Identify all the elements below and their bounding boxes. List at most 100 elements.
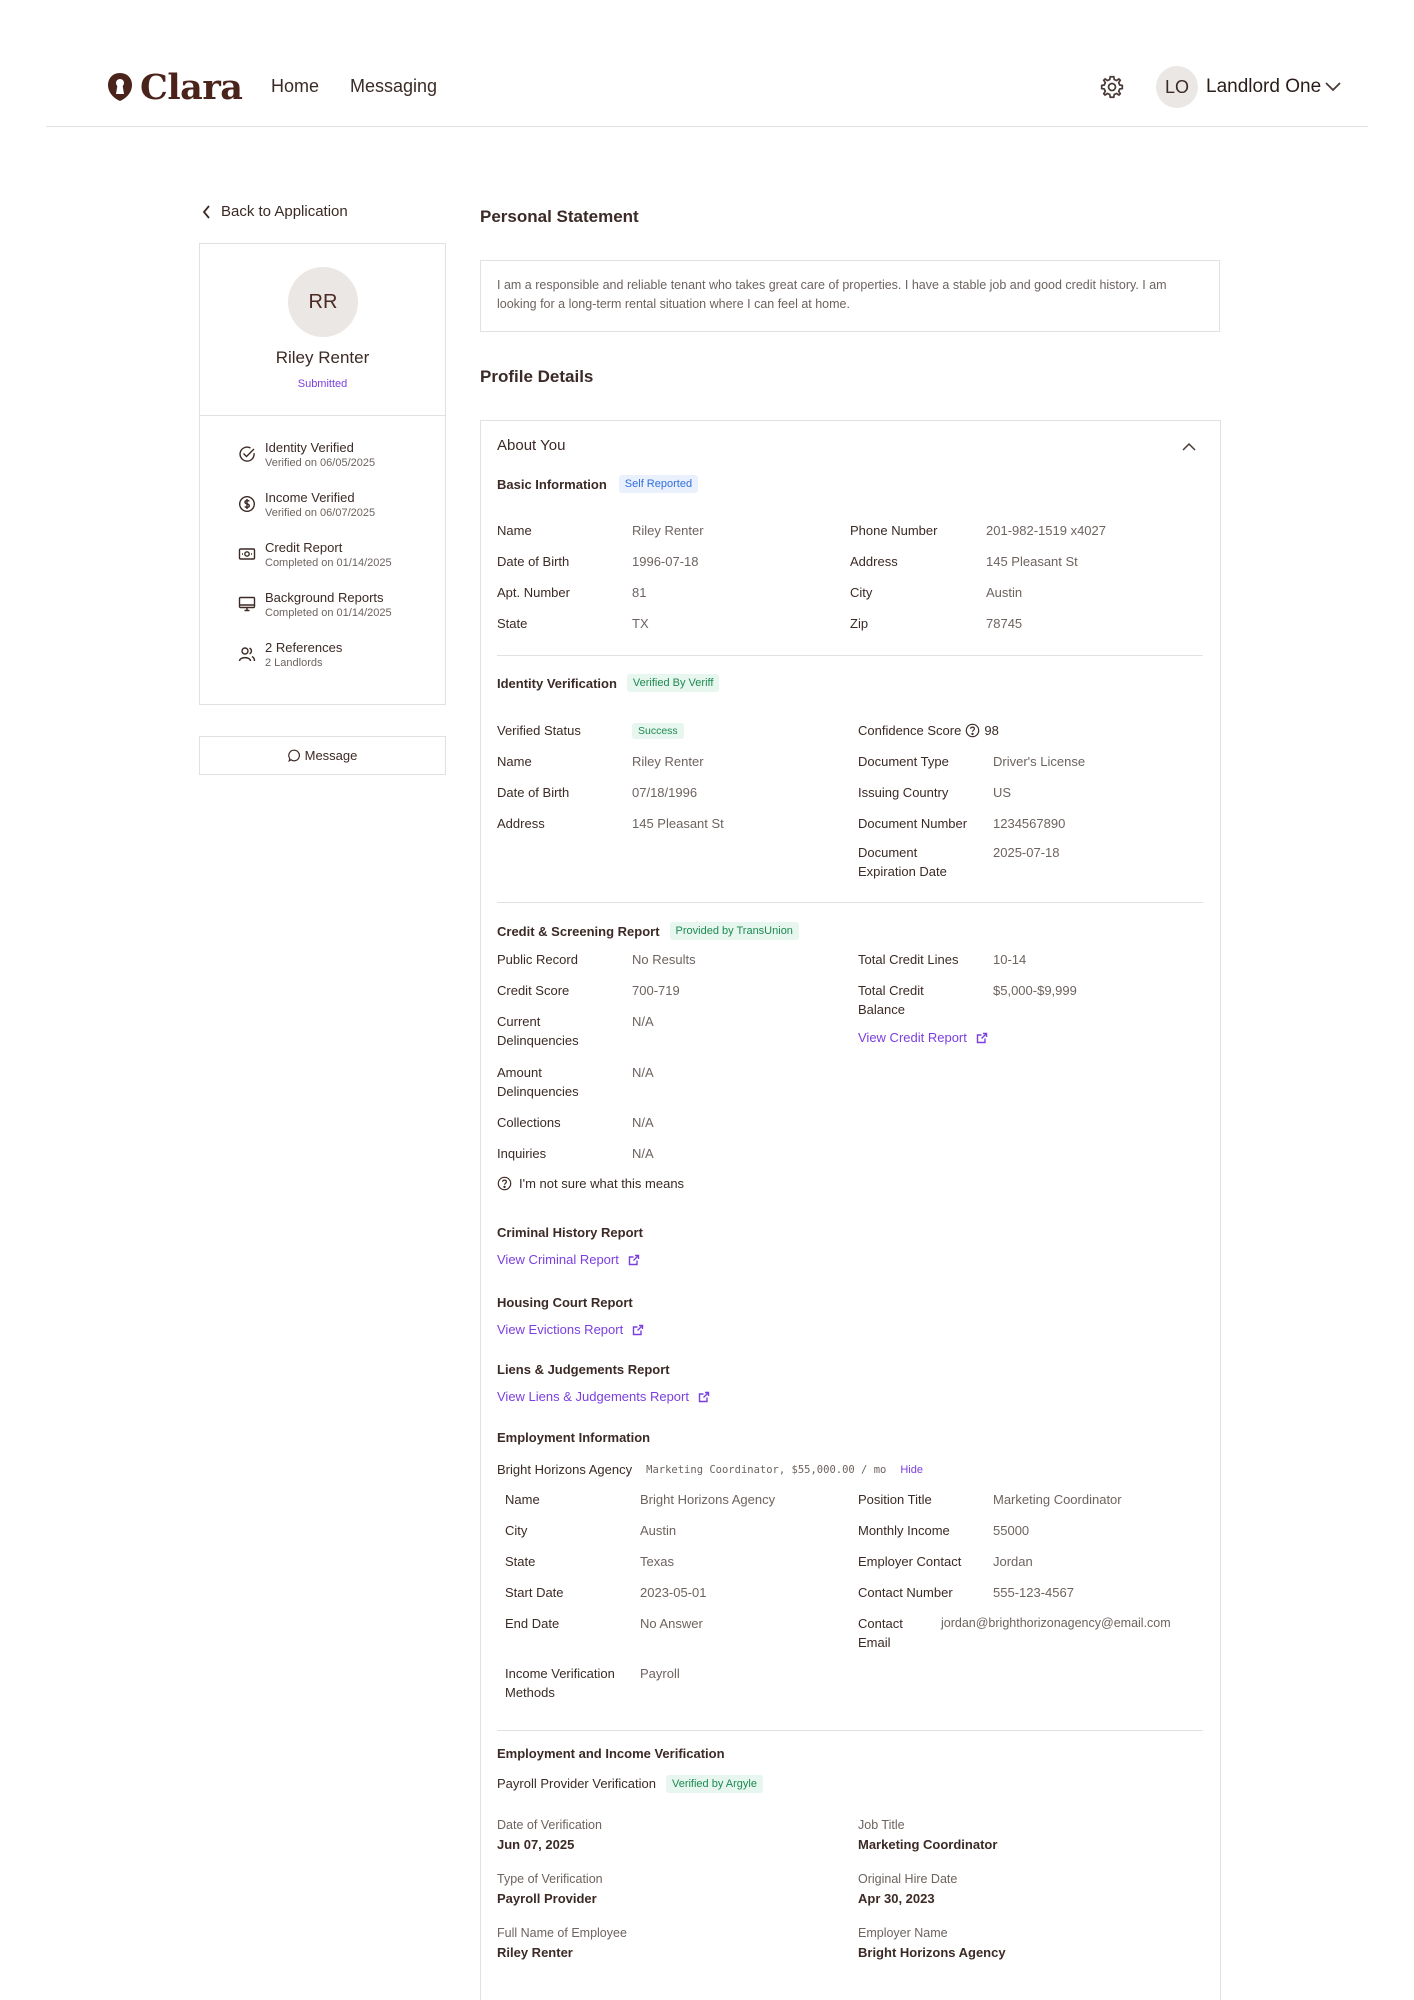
monitor-icon: [238, 596, 256, 612]
field-value: 1234567890: [993, 816, 1066, 831]
profile-details-title: Profile Details: [480, 367, 594, 386]
field-label: Amount Delinquencies: [497, 1065, 579, 1099]
field-value: $5,000-$9,999: [993, 983, 1077, 998]
employer-summary: Marketing Coordinator, $55,000.00 / mo: [646, 1463, 887, 1476]
view-criminal-report-link[interactable]: View Criminal Report: [497, 1252, 640, 1267]
criminal-history-title: Criminal History Report: [497, 1225, 643, 1240]
item-subtitle: 2 Landlords: [265, 657, 323, 669]
link-label: View Evictions Report: [497, 1322, 624, 1337]
view-evictions-report-link[interactable]: View Evictions Report: [497, 1322, 644, 1337]
field-label: Address: [850, 554, 898, 569]
identity-verified-item[interactable]: Identity Verified Verified on 06/05/2025: [238, 440, 375, 471]
user-name[interactable]: Landlord One: [1206, 76, 1321, 98]
logo-text: Clara: [140, 66, 243, 108]
success-badge: Success: [632, 723, 684, 739]
field-value: Payroll: [640, 1666, 680, 1681]
field-label: Date of Birth: [497, 785, 570, 800]
liens-judgements-title: Liens & Judgements Report: [497, 1362, 670, 1377]
field-value: 2025-07-18: [993, 845, 1060, 860]
back-label: Back to Application: [221, 203, 348, 220]
field-value: No Results: [632, 952, 696, 967]
field-value: Bright Horizons Agency: [858, 1945, 1006, 1960]
field-value: 700-719: [632, 983, 680, 998]
income-verified-item[interactable]: Income Verified Verified on 06/07/2025: [238, 490, 375, 521]
field-value: Jun 07, 2025: [497, 1837, 575, 1852]
field-value: 201-982-1519 x4027: [986, 523, 1106, 538]
settings-gear-icon[interactable]: [1099, 74, 1125, 100]
field-label: Type of Verification: [497, 1872, 603, 1886]
clara-logo[interactable]: Clara: [106, 66, 243, 108]
field-label: Job Title: [858, 1818, 905, 1832]
applicant-name: Riley Renter: [275, 348, 370, 367]
users-icon: [238, 647, 256, 662]
veriff-badge: Verified By Veriff: [626, 674, 720, 692]
field-value: Apr 30, 2023: [858, 1891, 935, 1906]
field-label: State: [497, 616, 528, 631]
confidence-value: 98: [984, 723, 999, 738]
personal-statement-title: Personal Statement: [480, 207, 639, 226]
link-label: View Credit Report: [858, 1030, 967, 1045]
field-value: N/A: [632, 1115, 654, 1130]
field-label: Name: [505, 1492, 540, 1507]
field-label: Employer Name: [858, 1926, 948, 1940]
field-label: Full Name of Employee: [497, 1926, 627, 1940]
employer-summary-row: Bright Horizons Agency Marketing Coordin…: [497, 1460, 923, 1479]
field-label: Date of Verification: [497, 1818, 602, 1832]
user-avatar[interactable]: LO: [1156, 66, 1198, 108]
nav-messaging-link[interactable]: Messaging: [350, 76, 437, 97]
field-label: Contact Number: [858, 1585, 953, 1600]
help-circle-icon[interactable]: [965, 723, 980, 738]
field-value: N/A: [632, 1014, 654, 1029]
field-value: Riley Renter: [632, 754, 704, 769]
item-subtitle: Completed on 01/14/2025: [265, 607, 392, 619]
money-card-icon: [238, 548, 256, 560]
field-value: US: [993, 785, 1012, 800]
field-label: Address: [497, 816, 545, 831]
credit-screening-heading: Credit & Screening Report Provided by Tr…: [497, 922, 799, 940]
personal-statement-text: I am a responsible and reliable tenant w…: [480, 260, 1220, 332]
chevron-up-icon[interactable]: [1181, 440, 1197, 454]
field-label: Income Verification Methods: [505, 1666, 615, 1700]
message-button[interactable]: Message: [199, 736, 446, 775]
view-credit-report-link[interactable]: View Credit Report: [858, 1030, 988, 1045]
applicant-card: RR Riley Renter Submitted Identity Verif…: [199, 243, 446, 705]
nav-home-link[interactable]: Home: [271, 76, 319, 97]
help-hint[interactable]: I'm not sure what this means: [497, 1174, 684, 1193]
field-label: State: [505, 1554, 536, 1569]
identity-title: Identity Verification: [497, 675, 617, 691]
background-reports-item[interactable]: Background Reports Completed on 01/14/202…: [238, 590, 392, 621]
field-value: Bright Horizons Agency: [640, 1492, 776, 1507]
field-value: N/A: [632, 1065, 654, 1080]
chevron-down-icon[interactable]: [1324, 80, 1342, 94]
field-value: jordan@brighthorizonagency@email.com: [941, 1616, 1171, 1630]
field-value: Jordan: [993, 1554, 1033, 1569]
references-item[interactable]: 2 References 2 Landlords: [238, 640, 342, 671]
field-label: Original Hire Date: [858, 1872, 958, 1886]
section-divider: [497, 655, 1203, 656]
item-title: Income Verified: [265, 490, 355, 505]
item-title: Background Reports: [265, 590, 384, 605]
chat-bubble-icon: [287, 749, 300, 762]
field-value: 555-123-4567: [993, 1585, 1074, 1600]
field-value: 145 Pleasant St: [986, 554, 1078, 569]
item-subtitle: Verified on 06/05/2025: [265, 457, 376, 469]
field-value: Austin: [986, 585, 1023, 600]
view-liens-report-link[interactable]: View Liens & Judgements Report: [497, 1389, 710, 1404]
field-value: N/A: [632, 1146, 654, 1161]
field-value: 55000: [993, 1523, 1030, 1538]
field-label: Phone Number: [850, 523, 938, 538]
keyhole-logo-icon: [108, 73, 132, 101]
provider-label: Payroll Provider Verification: [497, 1776, 656, 1791]
field-label: End Date: [505, 1616, 560, 1631]
profile-details-panel: [480, 420, 1221, 2000]
payroll-provider-row: Payroll Provider Verification Verified b…: [497, 1774, 763, 1793]
back-to-application-link[interactable]: Back to Application: [202, 203, 348, 220]
check-circle-icon: [239, 446, 255, 462]
credit-report-item[interactable]: Credit Report Completed on 01/14/2025: [238, 540, 392, 571]
link-label: View Criminal Report: [497, 1252, 619, 1267]
external-link-icon: [628, 1254, 640, 1265]
hide-employment-link[interactable]: Hide: [900, 1464, 923, 1476]
field-label: Name: [497, 523, 532, 538]
housing-court-title: Housing Court Report: [497, 1295, 633, 1310]
field-value: Driver's License: [993, 754, 1086, 769]
